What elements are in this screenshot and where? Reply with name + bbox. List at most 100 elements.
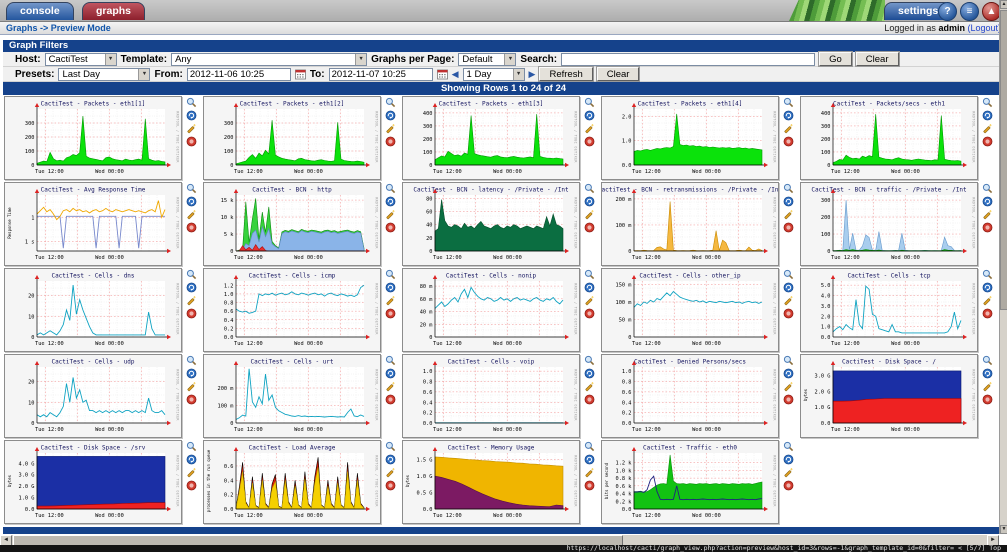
graph-thumbnail[interactable]: CactiTest - Cells - other_ip050 m100 m15… <box>601 268 779 352</box>
csv-export-icon[interactable] <box>584 467 595 478</box>
shift-left-icon[interactable]: ◀ <box>452 70 459 79</box>
graph-source-icon[interactable] <box>385 368 396 379</box>
clear-button-2[interactable]: Clear <box>597 67 640 81</box>
graph-thumbnail[interactable]: CactiTest - Packets - eth1[4]0.01.02.0Tu… <box>601 96 779 180</box>
csv-export-icon[interactable] <box>982 209 993 220</box>
graph-source-icon[interactable] <box>186 454 197 465</box>
csv-export-icon[interactable] <box>186 295 197 306</box>
kill-graph-icon[interactable] <box>783 480 794 491</box>
csv-export-icon[interactable] <box>584 381 595 392</box>
kill-graph-icon[interactable] <box>982 308 993 319</box>
graph-thumbnail[interactable]: CactiTest - Denied Persons/secs0.00.20.4… <box>601 354 779 438</box>
csv-export-icon[interactable] <box>584 209 595 220</box>
graph-source-icon[interactable] <box>584 454 595 465</box>
graph-source-icon[interactable] <box>385 196 396 207</box>
graph-thumbnail[interactable]: CactiTest - Cells - icmp0.00.20.40.60.81… <box>203 268 381 352</box>
kill-graph-icon[interactable] <box>584 394 595 405</box>
graph-source-icon[interactable] <box>783 110 794 121</box>
kill-graph-icon[interactable] <box>186 136 197 147</box>
csv-export-icon[interactable] <box>385 209 396 220</box>
zoom-graph-icon[interactable] <box>584 97 595 108</box>
kill-graph-icon[interactable] <box>385 136 396 147</box>
graph-thumbnail[interactable]: CactiTest - Packets/secs - eth1010020030… <box>800 96 978 180</box>
csv-export-icon[interactable] <box>982 381 993 392</box>
kill-graph-icon[interactable] <box>584 308 595 319</box>
csv-export-icon[interactable] <box>982 295 993 306</box>
graph-source-icon[interactable] <box>982 110 993 121</box>
csv-export-icon[interactable] <box>982 123 993 134</box>
graph-thumbnail[interactable]: CactiTest - BCN - traffic - /Private - /… <box>800 182 978 266</box>
graph-source-icon[interactable] <box>186 282 197 293</box>
kill-graph-icon[interactable] <box>982 394 993 405</box>
horizontal-scrollbar[interactable]: ◄ ► <box>0 534 999 545</box>
logout-link[interactable]: (Logout) <box>967 23 1001 33</box>
host-select[interactable]: CactiTest <box>45 53 117 66</box>
zoom-graph-icon[interactable] <box>385 97 396 108</box>
graph-source-icon[interactable] <box>584 368 595 379</box>
zoom-graph-icon[interactable] <box>186 97 197 108</box>
graph-thumbnail[interactable]: CactiTest - Packets - eth1[2]0100200300T… <box>203 96 381 180</box>
graph-thumbnail[interactable]: CactiTest - BCN - latency - /Private - /… <box>402 182 580 266</box>
graph-source-icon[interactable] <box>385 282 396 293</box>
zoom-graph-icon[interactable] <box>982 97 993 108</box>
csv-export-icon[interactable] <box>385 381 396 392</box>
graph-thumbnail[interactable]: CactiTest - Packets - eth1[1]0100200300T… <box>4 96 182 180</box>
graph-thumbnail[interactable]: CactiTest - Disk Space - /srv0.01.0 G2.0… <box>4 440 182 524</box>
csv-export-icon[interactable] <box>584 295 595 306</box>
graph-source-icon[interactable] <box>982 196 993 207</box>
graph-source-icon[interactable] <box>783 454 794 465</box>
kill-graph-icon[interactable] <box>584 480 595 491</box>
csv-export-icon[interactable] <box>186 467 197 478</box>
csv-export-icon[interactable] <box>783 467 794 478</box>
zoom-graph-icon[interactable] <box>186 441 197 452</box>
zoom-graph-icon[interactable] <box>982 183 993 194</box>
graph-source-icon[interactable] <box>385 110 396 121</box>
graph-source-icon[interactable] <box>186 368 197 379</box>
zoom-graph-icon[interactable] <box>584 269 595 280</box>
graph-source-icon[interactable] <box>982 282 993 293</box>
kill-graph-icon[interactable] <box>186 222 197 233</box>
kill-graph-icon[interactable] <box>385 394 396 405</box>
timespan-select[interactable]: 1 Day <box>463 68 525 81</box>
clear-button[interactable]: Clear <box>856 52 899 66</box>
kill-graph-icon[interactable] <box>783 308 794 319</box>
graph-source-icon[interactable] <box>584 282 595 293</box>
graph-thumbnail[interactable]: CactiTest - Load Average0.00.20.40.6Tue … <box>203 440 381 524</box>
csv-export-icon[interactable] <box>385 295 396 306</box>
csv-export-icon[interactable] <box>186 209 197 220</box>
graph-source-icon[interactable] <box>783 282 794 293</box>
tab-console[interactable]: console <box>6 2 74 20</box>
zoom-graph-icon[interactable] <box>783 97 794 108</box>
go-button[interactable]: Go <box>819 52 852 66</box>
kill-graph-icon[interactable] <box>783 136 794 147</box>
graph-source-icon[interactable] <box>982 368 993 379</box>
graph-thumbnail[interactable]: CactiTest - Packets - eth1[3]01002003004… <box>402 96 580 180</box>
csv-export-icon[interactable] <box>186 381 197 392</box>
refresh-button[interactable]: Refresh <box>539 67 592 81</box>
kill-graph-icon[interactable] <box>385 308 396 319</box>
zoom-graph-icon[interactable] <box>385 269 396 280</box>
zoom-graph-icon[interactable] <box>385 441 396 452</box>
graph-thumbnail[interactable]: CactiTest - Disk Space - /0.01.0 G2.0 G3… <box>800 354 978 438</box>
graph-thumbnail[interactable]: CactiTest - Cells - tcp0.01.02.03.04.05.… <box>800 268 978 352</box>
search-input[interactable] <box>561 53 815 66</box>
graph-thumbnail[interactable]: CactiTest - Cells - nonip020 m40 m60 m80… <box>402 268 580 352</box>
kill-graph-icon[interactable] <box>982 222 993 233</box>
zoom-graph-icon[interactable] <box>783 269 794 280</box>
vertical-scrollbar-thumb[interactable] <box>1000 10 1007 310</box>
graph-thumbnail[interactable]: CactiTest - BCN - retransmissions - /Pri… <box>601 182 779 266</box>
csv-export-icon[interactable] <box>783 209 794 220</box>
zoom-graph-icon[interactable] <box>385 183 396 194</box>
from-calendar-icon[interactable] <box>295 69 306 80</box>
to-calendar-icon[interactable] <box>437 69 448 80</box>
per-page-select[interactable]: Default <box>458 53 516 66</box>
kill-graph-icon[interactable] <box>584 136 595 147</box>
kill-graph-icon[interactable] <box>385 222 396 233</box>
csv-export-icon[interactable] <box>584 123 595 134</box>
zoom-graph-icon[interactable] <box>783 355 794 366</box>
to-input[interactable] <box>329 68 433 81</box>
csv-export-icon[interactable] <box>783 123 794 134</box>
scroll-down-arrow-icon[interactable]: ▼ <box>1000 525 1007 534</box>
csv-export-icon[interactable] <box>186 123 197 134</box>
graph-thumbnail[interactable]: CactiTest - Cells - udp01020Tue 12:00Wed… <box>4 354 182 438</box>
